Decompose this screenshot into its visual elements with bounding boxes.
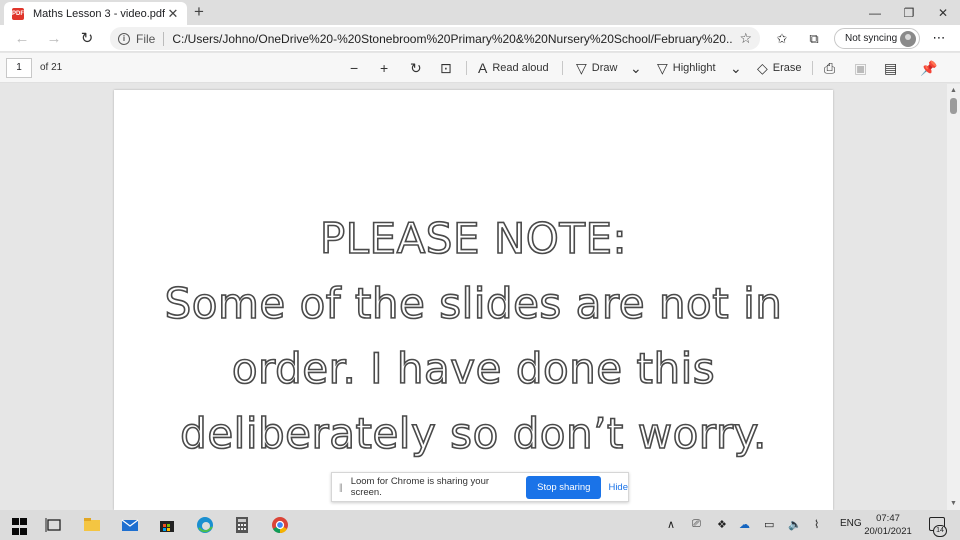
divider — [812, 61, 813, 75]
note-line-3: order. I have done this — [231, 343, 716, 394]
url-field[interactable]: i File C:/Users/Johno/OneDrive%20-%20Sto… — [110, 27, 760, 50]
draw-label: Draw — [591, 62, 618, 74]
read-aloud-icon: A — [478, 60, 488, 76]
tab-maths-lesson[interactable]: PDF Maths Lesson 3 - video.pdf ✕ — [4, 2, 187, 25]
network-icon[interactable]: ⌇ — [814, 518, 819, 531]
highlight-label: Highlight — [672, 62, 716, 74]
vertical-scrollbar[interactable]: ▲ ▼ — [947, 84, 960, 510]
meet-now-icon[interactable]: ⎚ — [692, 518, 701, 531]
eraser-icon: ◇ — [757, 59, 768, 76]
zoom-in-button[interactable]: + — [380, 59, 393, 77]
onedrive-icon[interactable]: ☁ — [739, 518, 750, 531]
info-icon[interactable]: i — [118, 32, 130, 45]
url-scheme: File — [136, 31, 165, 46]
rotate-icon: ↻ — [410, 59, 422, 76]
restore-button[interactable]: ❐ — [892, 0, 926, 25]
tab-strip: PDF Maths Lesson 3 - video.pdf ✕ + — ❐ ✕ — [0, 0, 960, 25]
collections-icon[interactable]: ⧉ — [805, 30, 823, 48]
rotate-button[interactable]: ↻ — [410, 59, 427, 77]
pdf-icon: PDF — [12, 7, 24, 20]
print-icon: ⎙ — [824, 59, 836, 76]
scroll-down-icon[interactable]: ▼ — [950, 500, 957, 507]
chrome-icon[interactable] — [271, 516, 289, 534]
close-window-button[interactable]: ✕ — [926, 0, 960, 25]
dropbox-icon[interactable]: ❖ — [717, 518, 727, 531]
document-viewer: PLEASE NOTE: Some of the slides are not … — [0, 84, 947, 510]
volume-icon[interactable]: 🔈 — [788, 518, 802, 531]
erase-label: Erase — [772, 62, 802, 74]
save-icon: ▣ — [854, 59, 868, 76]
note-line-4: deliberately so don’t worry. — [179, 408, 767, 459]
save-as-icon: ▤ — [884, 59, 898, 76]
more-menu-icon[interactable]: ⋯ — [930, 29, 948, 47]
loom-sharing-banner: || Loom for Chrome is sharing your scree… — [331, 472, 629, 502]
pdf-toolbar: 1 of 21 − + ↻ ⊡ A Read aloud ▽ Draw ⌄ ▽ Hig… — [0, 53, 960, 83]
minus-icon: − — [350, 60, 359, 76]
clock[interactable]: 07:47 20/01/2021 — [860, 512, 916, 538]
save-button[interactable]: ▣ — [854, 59, 872, 77]
page-total: of 21 — [40, 62, 63, 73]
battery-icon[interactable]: ▭ — [764, 518, 774, 531]
fit-page-icon: ⊡ — [440, 59, 452, 76]
highlight-options-button[interactable]: ⌄ — [730, 59, 747, 77]
clock-time: 07:47 — [876, 513, 900, 524]
chevron-down-icon: ⌄ — [730, 59, 742, 76]
notification-badge: 14 — [933, 525, 947, 537]
new-tab-button[interactable]: + — [190, 3, 208, 21]
divider — [466, 61, 467, 75]
windows-start-icon[interactable] — [12, 518, 30, 536]
mail-icon[interactable] — [121, 516, 139, 534]
favorites-icon[interactable]: ✩ — [773, 30, 791, 48]
highlight-icon: ▽ — [657, 59, 668, 76]
file-explorer-icon[interactable] — [83, 516, 101, 534]
url-text[interactable]: C:/Users/Johno/OneDrive%20-%20Stonebroom… — [172, 32, 733, 46]
language-indicator[interactable]: ENG — [840, 518, 862, 529]
avatar — [900, 31, 916, 47]
sync-label: Not syncing — [845, 33, 898, 44]
note-line-1: PLEASE NOTE: — [319, 213, 628, 264]
loom-message: Loom for Chrome is sharing your screen. — [350, 476, 490, 498]
address-bar: ← → ↻ i File C:/Users/Johno/OneDrive%20-… — [0, 25, 960, 52]
print-button[interactable]: ⎙ — [824, 59, 840, 77]
minimize-button[interactable]: — — [858, 0, 892, 25]
hide-button[interactable]: Hide — [608, 482, 628, 493]
taskbar: ∧ ⎚ ❖ ☁ ▭ 🔈 ⌇ ENG 07:47 20/01/2021 14 — [0, 510, 960, 540]
clock-date: 20/01/2021 — [864, 526, 912, 537]
tab-title: Maths Lesson 3 - video.pdf — [33, 7, 165, 20]
refresh-button[interactable]: ↻ — [77, 29, 97, 49]
page-number-input[interactable]: 1 — [6, 58, 32, 78]
draw-options-button[interactable]: ⌄ — [630, 59, 647, 77]
chevron-down-icon: ⌄ — [630, 59, 642, 76]
plus-icon: + — [380, 60, 389, 76]
scroll-thumb[interactable] — [950, 98, 957, 114]
erase-button[interactable]: ◇ Erase — [757, 59, 802, 77]
scroll-up-icon[interactable]: ▲ — [950, 87, 957, 94]
note-line-2: Some of the slides are not in — [164, 278, 783, 329]
highlight-button[interactable]: ▽ Highlight — [657, 59, 716, 77]
window-controls: — ❐ ✕ — [858, 0, 960, 25]
zoom-out-button[interactable]: − — [350, 59, 363, 77]
stop-sharing-button[interactable]: Stop sharing — [526, 475, 602, 499]
close-icon[interactable]: ✕ — [165, 6, 181, 22]
calculator-icon[interactable] — [233, 516, 251, 534]
pin-toolbar-button[interactable]: 📌 — [920, 59, 942, 77]
back-button[interactable]: ← — [12, 29, 32, 49]
favorite-star-icon[interactable]: ☆ — [739, 30, 752, 47]
edge-browser-icon[interactable] — [196, 516, 214, 534]
divider — [562, 61, 563, 75]
show-hidden-icons[interactable]: ∧ — [667, 518, 675, 531]
store-icon[interactable] — [158, 516, 176, 534]
pin-icon: 📌 — [920, 59, 938, 76]
read-aloud-label: Read aloud — [492, 62, 549, 74]
fit-page-button[interactable]: ⊡ — [440, 59, 457, 77]
read-aloud-button[interactable]: A Read aloud — [478, 59, 549, 77]
draw-button[interactable]: ▽ Draw — [576, 59, 617, 77]
save-as-button[interactable]: ▤ — [884, 59, 902, 77]
profile-sync-button[interactable]: Not syncing — [834, 28, 920, 49]
pdf-page: PLEASE NOTE: Some of the slides are not … — [114, 90, 833, 510]
draw-icon: ▽ — [576, 59, 587, 76]
task-view-icon[interactable] — [45, 516, 63, 534]
drag-handle-icon[interactable]: || — [339, 482, 343, 492]
forward-button[interactable]: → — [44, 29, 64, 49]
